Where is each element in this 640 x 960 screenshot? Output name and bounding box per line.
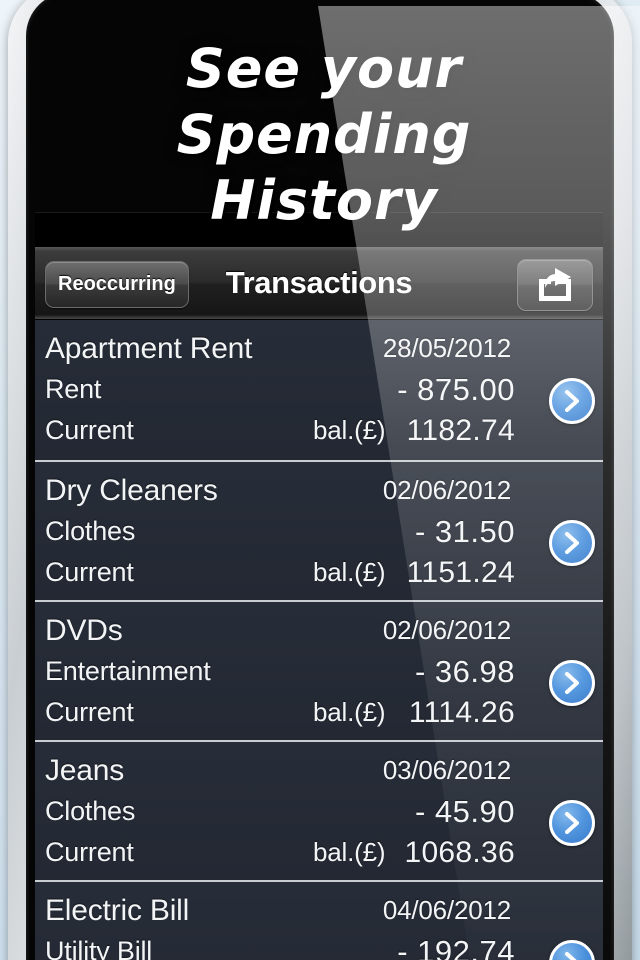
- transaction-amount: - 45.90: [414, 794, 515, 829]
- transaction-title: Jeans: [45, 754, 125, 787]
- table-row[interactable]: Apartment Rent 28/05/2012 Rent - 875.00 …: [35, 320, 603, 460]
- transaction-account: Current: [45, 415, 134, 445]
- transaction-balance-line: Current bal.(£) 1151.24: [45, 552, 581, 593]
- transaction-header-line: Dry Cleaners 02/06/2012: [45, 470, 581, 511]
- table-row[interactable]: Jeans 03/06/2012 Clothes - 45.90 Current…: [35, 740, 603, 880]
- table-row[interactable]: Electric Bill 04/06/2012 Utility Bill - …: [35, 880, 603, 960]
- transaction-amount-line: Entertainment - 36.98: [45, 651, 581, 692]
- reoccurring-back-button-label: Reoccurring: [58, 273, 176, 295]
- chevron-right-icon[interactable]: [549, 520, 595, 566]
- transaction-balance-line: Current bal.(£) 1114.26: [45, 692, 581, 733]
- transaction-header-line: Electric Bill 04/06/2012: [45, 890, 581, 931]
- transaction-category: Utility Bill: [45, 936, 153, 960]
- transaction-balance: 1151.24: [406, 556, 515, 589]
- transaction-title: Dry Cleaners: [45, 474, 218, 507]
- transaction-title: DVDs: [45, 614, 123, 647]
- transaction-amount: - 875.00: [397, 372, 515, 407]
- transaction-amount: - 36.98: [414, 654, 515, 689]
- share-button[interactable]: [517, 259, 593, 311]
- transaction-date: 02/06/2012: [382, 615, 511, 645]
- transaction-amount: - 31.50: [414, 514, 515, 549]
- transaction-category: Entertainment: [45, 656, 211, 686]
- transaction-header-line: Apartment Rent 28/05/2012: [45, 328, 581, 369]
- share-export-icon: [535, 268, 575, 302]
- status-bar: [35, 212, 603, 247]
- transaction-date: 03/06/2012: [382, 755, 511, 785]
- device-screen: Reoccurring Transactions Apartment Rent …: [35, 212, 603, 960]
- transaction-amount-line: Utility Bill - 192.74: [45, 931, 581, 960]
- transaction-category: Clothes: [45, 516, 136, 546]
- transaction-category: Rent: [45, 374, 102, 404]
- reoccurring-back-button[interactable]: Reoccurring: [45, 261, 189, 308]
- transaction-amount-line: Clothes - 45.90: [45, 791, 581, 832]
- transaction-amount-line: Clothes - 31.50: [45, 511, 581, 552]
- transaction-amount-line: Rent - 875.00: [45, 369, 581, 410]
- balance-label: bal.(£): [313, 415, 386, 445]
- transaction-title: Electric Bill: [45, 894, 190, 927]
- transaction-account: Current: [45, 557, 134, 587]
- transaction-title: Apartment Rent: [45, 332, 253, 365]
- chevron-right-icon[interactable]: [549, 800, 595, 846]
- transaction-category: Clothes: [45, 796, 136, 826]
- promo-screenshot: See your Spending History Reoccurring Tr…: [0, 0, 640, 960]
- navigation-bar: Reoccurring Transactions: [35, 247, 603, 320]
- transaction-balance-line: Current bal.(£) 1068.36: [45, 832, 581, 873]
- transaction-account: Current: [45, 697, 134, 727]
- transaction-amount: - 192.74: [397, 934, 515, 960]
- transaction-balance-line: Current bal.(£) 1182.74: [45, 410, 581, 451]
- transaction-header-line: DVDs 02/06/2012: [45, 610, 581, 651]
- transaction-date: 28/05/2012: [382, 333, 511, 363]
- table-row[interactable]: Dry Cleaners 02/06/2012 Clothes - 31.50 …: [35, 460, 603, 600]
- transaction-header-line: Jeans 03/06/2012: [45, 750, 581, 791]
- transaction-account: Current: [45, 837, 134, 867]
- balance-label: bal.(£): [313, 697, 386, 727]
- transaction-balance: 1182.74: [406, 414, 515, 447]
- transaction-balance: 1068.36: [404, 836, 515, 869]
- page-title: Transactions: [225, 265, 413, 300]
- transaction-date: 02/06/2012: [382, 475, 511, 505]
- balance-label: bal.(£): [313, 837, 386, 867]
- transaction-balance: 1114.26: [408, 696, 515, 729]
- transactions-list[interactable]: Apartment Rent 28/05/2012 Rent - 875.00 …: [35, 320, 603, 960]
- balance-label: bal.(£): [313, 557, 386, 587]
- chevron-right-icon[interactable]: [549, 378, 595, 424]
- transaction-date: 04/06/2012: [382, 895, 511, 925]
- chevron-right-icon[interactable]: [549, 660, 595, 706]
- table-row[interactable]: DVDs 02/06/2012 Entertainment - 36.98 Cu…: [35, 600, 603, 740]
